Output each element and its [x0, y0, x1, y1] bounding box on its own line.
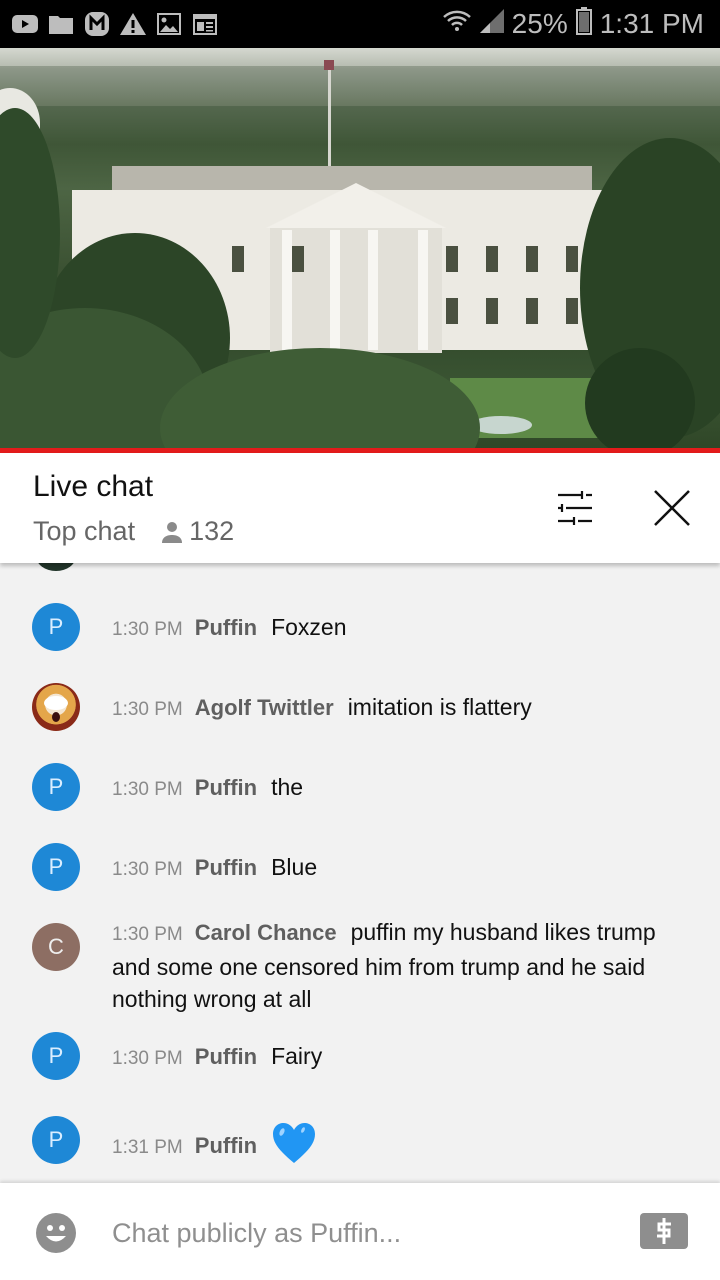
- video-column: [330, 230, 340, 350]
- folder-icon: [48, 12, 74, 36]
- video-sky: [0, 48, 720, 68]
- m-app-icon: [84, 12, 110, 36]
- emoji-button[interactable]: [36, 1213, 76, 1253]
- message-text: Blue: [271, 854, 318, 880]
- video-window: [566, 298, 578, 324]
- chat-header: Live chat Top chat 132: [0, 453, 720, 563]
- video-tree: [585, 348, 695, 450]
- video-window: [292, 246, 304, 272]
- battery-icon: [575, 6, 592, 42]
- close-icon: [654, 490, 690, 526]
- message-time: 1:30 PM: [112, 619, 183, 640]
- video-window: [446, 246, 458, 272]
- blue-heart-emoji-icon: [271, 1122, 317, 1172]
- message-time: 1:30 PM: [112, 779, 183, 800]
- message-author[interactable]: Puffin: [195, 855, 257, 880]
- image-icon: [156, 12, 182, 36]
- video-distant-city: [0, 66, 720, 106]
- video-window: [232, 246, 244, 272]
- message-body: 1:30 PM Puffin the: [112, 771, 692, 806]
- message-text: Fairy: [271, 1043, 323, 1069]
- chat-message-input[interactable]: [112, 1211, 612, 1255]
- video-window: [446, 298, 458, 324]
- chat-mode-selector[interactable]: Top chat 132: [33, 516, 234, 547]
- message-author[interactable]: Puffin: [195, 1133, 257, 1158]
- signal-icon: [479, 8, 504, 40]
- message-time: 1:30 PM: [112, 859, 183, 880]
- video-flagpole: [328, 62, 331, 170]
- video-column: [282, 230, 292, 350]
- message-body: 1:30 PM Agolf Twittler imitation is flatte…: [112, 691, 692, 726]
- avatar[interactable]: P: [32, 1032, 80, 1080]
- message-body: 1:30 PM Puffin Fairy: [112, 1040, 692, 1075]
- message-author[interactable]: Puffin: [195, 775, 257, 800]
- chat-title: Live chat: [33, 470, 154, 503]
- video-window: [486, 246, 498, 272]
- avatar[interactable]: P: [32, 763, 80, 811]
- message-time: 1:30 PM: [112, 924, 183, 945]
- avatar: [36, 563, 76, 571]
- video-window: [566, 246, 578, 272]
- message-text: puffin my husband likes trump and some o…: [112, 919, 656, 1012]
- emoji-icon: [36, 1213, 76, 1253]
- message-text: the: [271, 774, 304, 800]
- message-body: 1:31 PM Puffin: [112, 1122, 692, 1172]
- avatar[interactable]: P: [32, 1116, 80, 1164]
- avatar[interactable]: [32, 683, 80, 731]
- viewer-count-value: 132: [189, 516, 235, 546]
- video-window: [526, 246, 538, 272]
- video-pediment: [266, 183, 446, 228]
- message-body: 1:30 PM Puffin Foxzen: [112, 611, 692, 646]
- dollar-icon: [657, 1218, 671, 1244]
- news-icon: [192, 12, 218, 36]
- status-bar: 25% 1:31 PM: [0, 0, 720, 48]
- video-flag: [324, 60, 334, 70]
- chat-message-list[interactable]: P 1:30 PM Puffin Foxzen 1:30 PM Agolf Twitt…: [0, 563, 720, 1183]
- message-author[interactable]: Carol Chance: [195, 920, 337, 945]
- message-time: 1:30 PM: [112, 699, 183, 720]
- tune-icon: [558, 491, 592, 525]
- video-column: [368, 230, 378, 350]
- chat-mode-label: Top chat: [33, 516, 136, 546]
- close-button[interactable]: [647, 483, 697, 533]
- super-chat-button[interactable]: [640, 1213, 688, 1249]
- avatar[interactable]: P: [32, 603, 80, 651]
- message-body: 1:30 PM Carol Chance puffin my husband lik…: [112, 916, 692, 1015]
- filter-button[interactable]: [551, 483, 601, 533]
- message-author[interactable]: Agolf Twittler: [195, 695, 334, 720]
- message-time: 1:30 PM: [112, 1048, 183, 1069]
- message-author[interactable]: Puffin: [195, 615, 257, 640]
- chat-input-bar: [0, 1183, 720, 1280]
- message-time: 1:31 PM: [112, 1137, 183, 1159]
- viewer-count: 132: [161, 516, 234, 547]
- battery-percent: 25%: [511, 8, 568, 39]
- message-text: Foxzen: [271, 614, 347, 640]
- video-player[interactable]: [0, 48, 720, 450]
- youtube-icon: [12, 12, 38, 36]
- warning-icon: [120, 12, 146, 36]
- video-window: [486, 298, 498, 324]
- person-icon: [162, 521, 183, 543]
- message-author[interactable]: Puffin: [195, 1044, 257, 1069]
- message-text: imitation is flattery: [347, 694, 532, 720]
- wifi-icon: [442, 8, 472, 40]
- clock: 1:31 PM: [599, 8, 704, 39]
- video-window: [526, 298, 538, 324]
- message-body: 1:30 PM Puffin Blue: [112, 851, 692, 886]
- avatar[interactable]: P: [32, 843, 80, 891]
- avatar[interactable]: C: [32, 923, 80, 971]
- video-column: [418, 230, 428, 350]
